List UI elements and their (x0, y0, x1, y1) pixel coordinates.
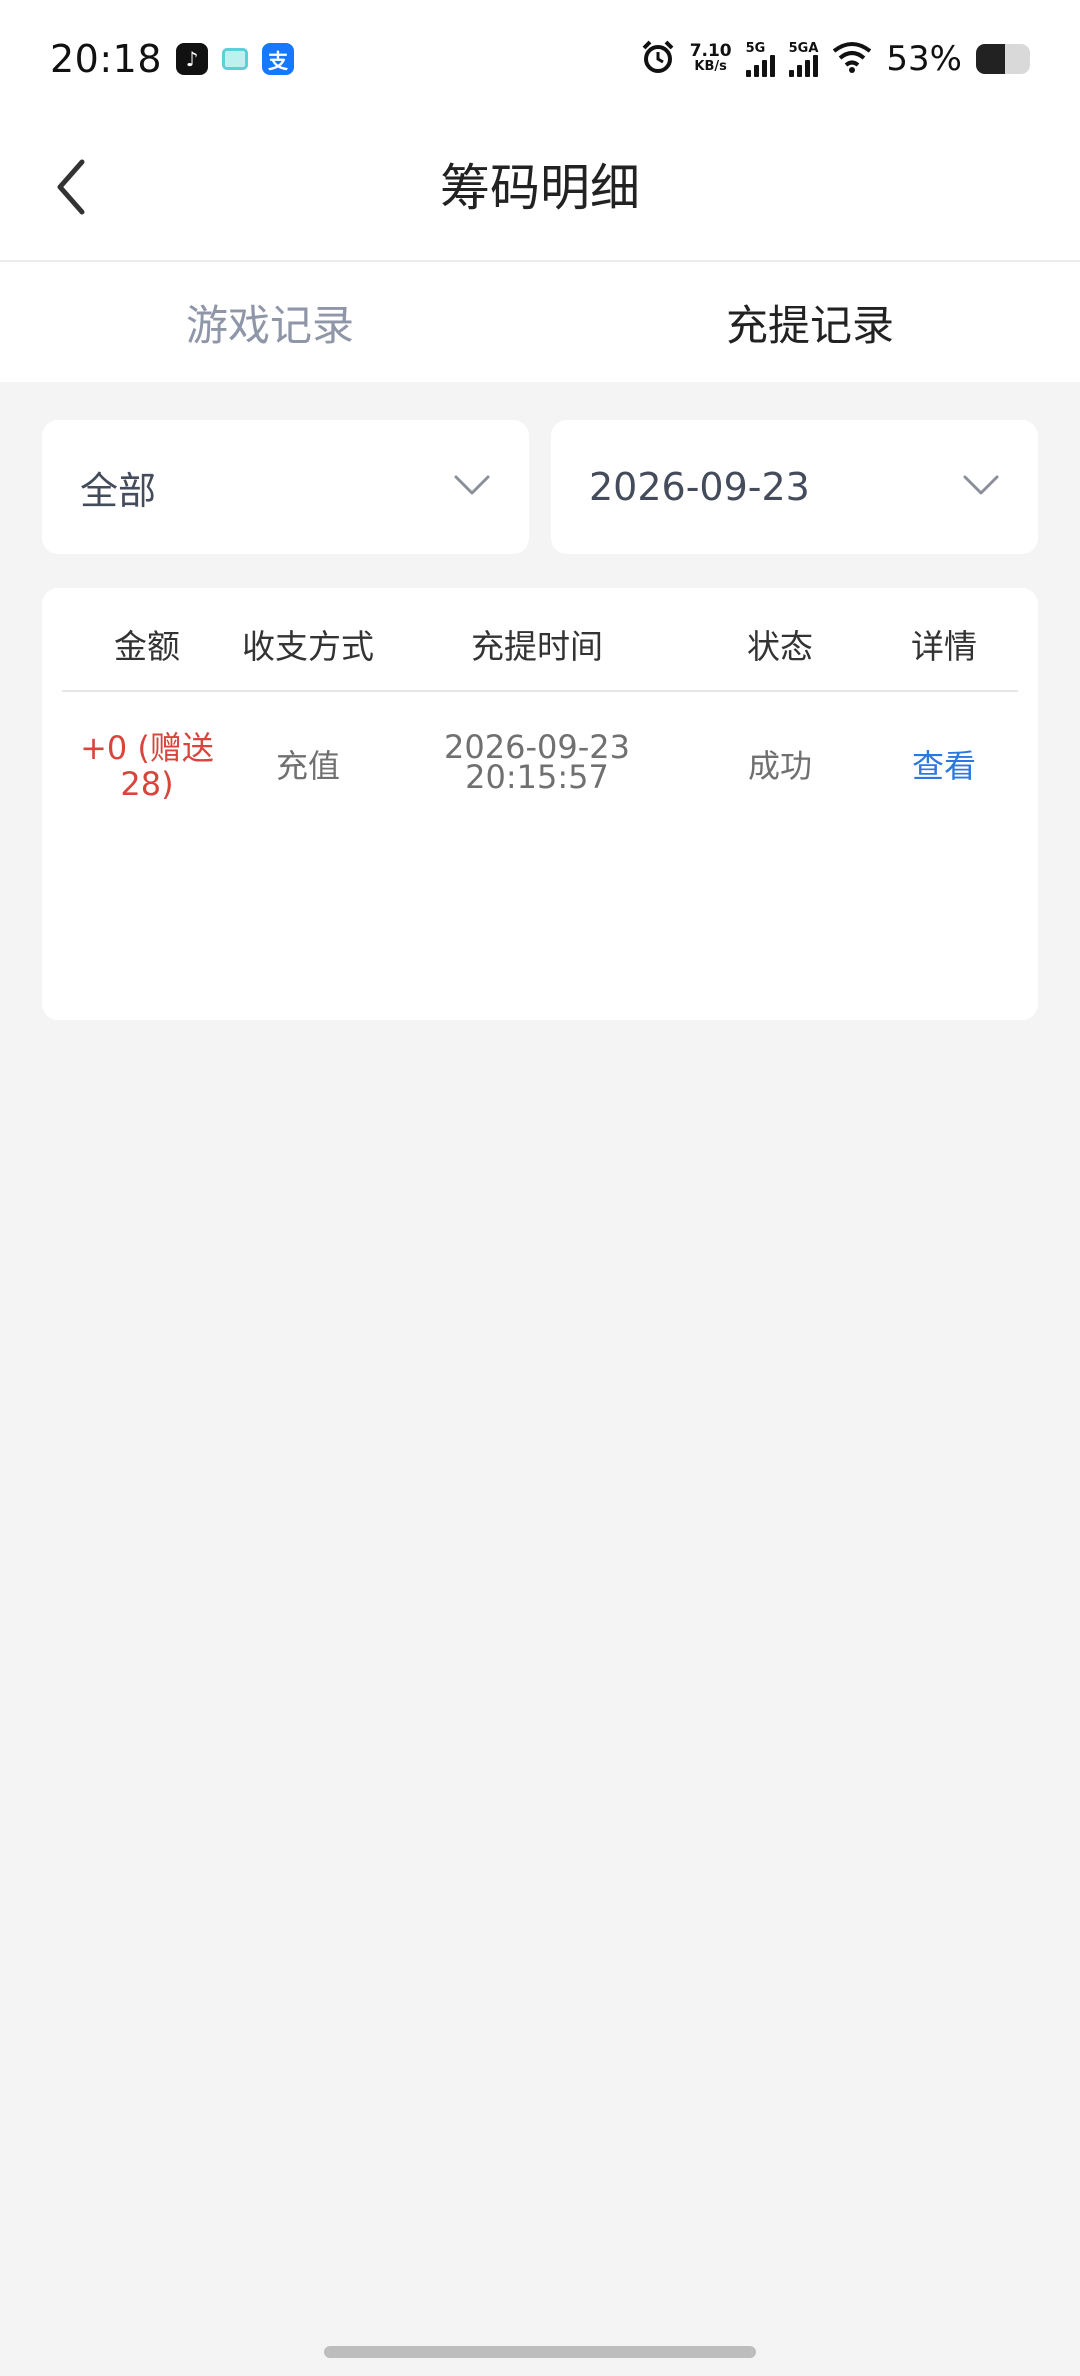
page-title: 筹码明细 (440, 159, 640, 217)
tab-deposit-withdraw-records[interactable]: 充提记录 (540, 262, 1080, 382)
date-filter-dropdown[interactable]: 2026-09-23 (551, 420, 1038, 554)
net-speed: 7.10 KB/s (690, 43, 732, 75)
type-filter-dropdown[interactable]: 全部 (42, 420, 529, 554)
amount-cell: +0 (赠送28) (80, 729, 214, 803)
date-filter-value: 2026-09-23 (589, 465, 810, 509)
column-header-amount: 金额 (114, 627, 180, 666)
records-table: 金额 收支方式 充提时间 状态 详情 +0 (赠送28) 充值 2026-09-… (42, 588, 1038, 1020)
home-indicator[interactable] (324, 2346, 756, 2358)
message-icon (222, 48, 249, 70)
status-left: 20:18 ♪ 支 (50, 37, 295, 81)
wifi-icon (832, 41, 872, 77)
net-speed-unit: KB/s (694, 59, 727, 74)
status-bar: 20:18 ♪ 支 7.10 KB/s 5G 5GA 53% (0, 0, 1080, 118)
battery-percent: 53% (886, 39, 962, 79)
battery-fill (976, 44, 1005, 74)
alarm-icon (640, 39, 676, 79)
tab-game-records[interactable]: 游戏记录 (0, 262, 540, 382)
signal-5ga: 5GA (788, 40, 819, 77)
column-header-detail: 详情 (911, 627, 977, 666)
battery-icon (976, 44, 1030, 74)
column-header-status: 状态 (747, 627, 813, 666)
alipay-icon: 支 (262, 43, 295, 75)
tab-bar: 游戏记录 充提记录 (0, 262, 1080, 382)
net-speed-value: 7.10 (689, 41, 732, 61)
time-cell-time: 20:15:57 (465, 758, 609, 796)
signal-bars-icon (745, 54, 775, 77)
method-cell: 充值 (275, 747, 341, 785)
chevron-down-icon (962, 474, 1000, 500)
signal-5g-label: 5G (745, 40, 766, 56)
status-time: 20:18 (50, 37, 163, 81)
tiktok-icon: ♪ (176, 43, 209, 75)
signal-5g: 5G (745, 40, 775, 77)
status-right: 7.10 KB/s 5G 5GA 53% (640, 39, 1030, 79)
chevron-down-icon (453, 474, 491, 500)
signal-bars-icon (788, 54, 818, 77)
type-filter-value: 全部 (80, 468, 157, 513)
signal-5ga-label: 5GA (788, 40, 819, 56)
header: 筹码明细 (0, 118, 1080, 262)
column-header-method: 收支方式 (242, 627, 374, 666)
column-header-time: 充提时间 (471, 627, 603, 666)
view-detail-link[interactable]: 查看 (912, 748, 976, 784)
status-cell: 成功 (747, 747, 813, 785)
time-cell: 2026-09-23 20:15:57 (417, 731, 657, 793)
